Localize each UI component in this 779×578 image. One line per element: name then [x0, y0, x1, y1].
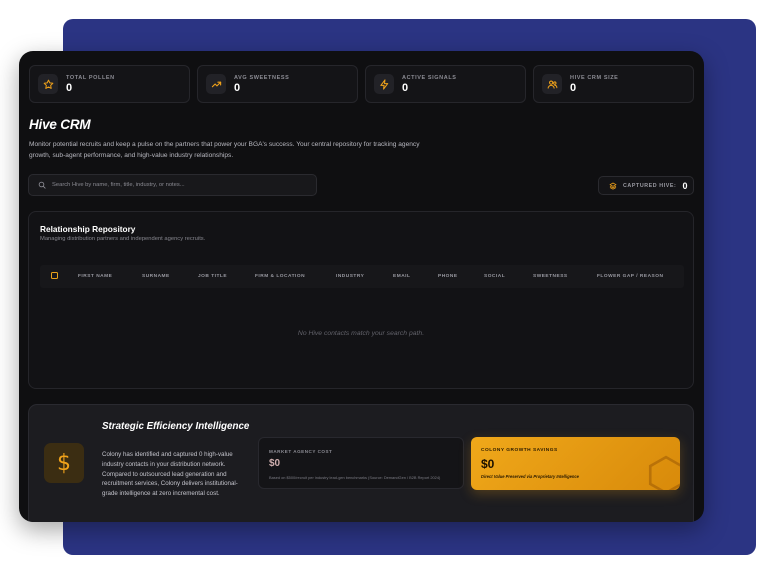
- stats-row: TOTAL POLLEN 0 AVG SWEETNESS 0 ACTIVE SI…: [29, 65, 694, 103]
- strategy-title: Strategic Efficiency Intelligence: [102, 421, 250, 432]
- column-sweetness[interactable]: SWEETNESS: [533, 274, 568, 279]
- colony-growth-savings-card: COLONY GROWTH SAVINGS $0 Direct Value Pr…: [471, 437, 680, 490]
- repository-title: Relationship Repository: [40, 224, 136, 234]
- dollar-symbol: $: [57, 450, 71, 476]
- strategic-efficiency-panel: $ Strategic Efficiency Intelligence Colo…: [28, 404, 694, 522]
- column-flower-gap-reason[interactable]: FLOWER GAP / REASON: [597, 274, 663, 279]
- stat-label: HIVE CRM SIZE: [570, 74, 619, 81]
- crm-window: TOTAL POLLEN 0 AVG SWEETNESS 0 ACTIVE SI…: [19, 51, 704, 522]
- market-agency-cost-card: MARKET AGENCY COST $0 Based on $500/recr…: [258, 437, 464, 489]
- column-social[interactable]: SOCIAL: [484, 274, 505, 279]
- page-description: Monitor potential recruits and keep a pu…: [29, 141, 420, 159]
- stat-label: AVG SWEETNESS: [234, 74, 290, 81]
- relationship-repository: Relationship Repository Managing distrib…: [28, 211, 694, 389]
- captured-hive-badge: CAPTURED HIVE: 0: [598, 176, 694, 195]
- column-job-title[interactable]: JOB TITLE: [198, 274, 227, 279]
- stat-label: ACTIVE SIGNALS: [402, 74, 457, 81]
- search-icon: [38, 181, 46, 189]
- strategy-body: Colony has identified and captured 0 hig…: [102, 451, 238, 498]
- page-title: Hive CRM: [29, 117, 91, 132]
- cost-note: Based on $500/recruit per industry lead-…: [269, 475, 441, 480]
- captured-label: CAPTURED HIVE:: [623, 182, 677, 189]
- hexagon-icon: [648, 455, 680, 490]
- stat-card-total-pollen: TOTAL POLLEN 0: [29, 65, 190, 103]
- table-header: FIRST NAME SURNAME JOB TITLE FIRM & LOCA…: [40, 265, 684, 288]
- cost-value: $0: [269, 458, 281, 469]
- stat-card-hive-crm-size: HIVE CRM SIZE 0: [533, 65, 694, 103]
- stat-value: 0: [66, 81, 73, 94]
- stat-value: 0: [234, 81, 241, 94]
- select-all-checkbox[interactable]: [51, 272, 58, 279]
- layers-icon: [609, 182, 617, 190]
- empty-state-message: No Hive contacts match your search path.: [297, 330, 425, 337]
- savings-value: $0: [481, 457, 495, 471]
- users-icon: [542, 74, 562, 94]
- stat-card-avg-sweetness: AVG SWEETNESS 0: [197, 65, 358, 103]
- savings-label: COLONY GROWTH SAVINGS: [481, 448, 558, 453]
- stat-card-active-signals: ACTIVE SIGNALS 0: [365, 65, 526, 103]
- column-first-name[interactable]: FIRST NAME: [78, 274, 112, 279]
- stat-value: 0: [570, 81, 577, 94]
- lightning-icon: [374, 74, 394, 94]
- column-phone[interactable]: PHONE: [438, 274, 458, 279]
- column-industry[interactable]: INDUSTRY: [336, 274, 364, 279]
- search-bar[interactable]: [28, 174, 317, 196]
- repository-subtitle: Managing distribution partners and indep…: [40, 236, 206, 242]
- column-email[interactable]: EMAIL: [393, 274, 410, 279]
- trending-up-icon: [206, 74, 226, 94]
- star-icon: [38, 74, 58, 94]
- search-input[interactable]: [52, 182, 302, 188]
- stat-value: 0: [402, 81, 409, 94]
- column-firm-location[interactable]: FIRM & LOCATION: [255, 274, 305, 279]
- cost-label: MARKET AGENCY COST: [269, 449, 333, 454]
- dollar-icon: $: [44, 443, 84, 483]
- stat-label: TOTAL POLLEN: [66, 74, 115, 81]
- column-surname[interactable]: SURNAME: [142, 274, 170, 279]
- savings-note: Direct Value Preserved via Proprietary I…: [481, 474, 579, 479]
- captured-value: 0: [682, 180, 688, 191]
